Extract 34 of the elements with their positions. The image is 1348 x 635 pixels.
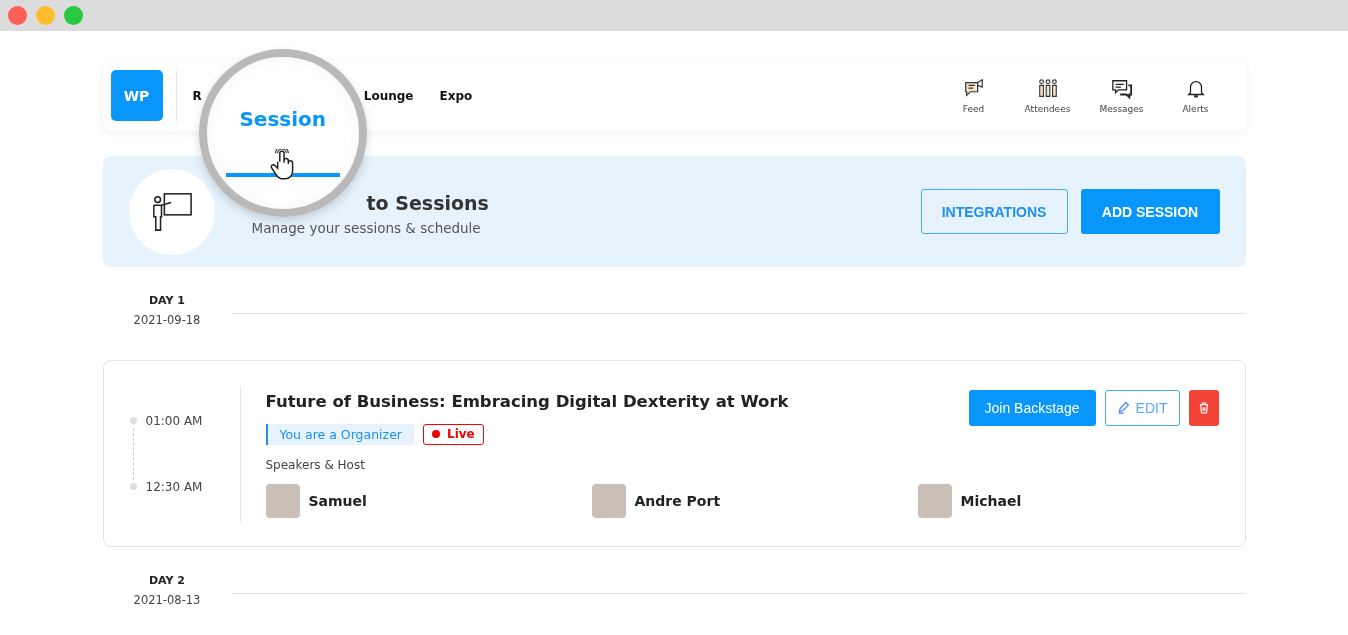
start-time: 01:00 AM	[145, 413, 203, 428]
action-label[interactable]: Alerts	[1182, 103, 1209, 114]
timeline-dot	[129, 483, 137, 490]
speaker-name: Samuel	[308, 492, 367, 509]
banner-subtitle: Manage your sessions & schedule	[251, 219, 482, 236]
day-date: 2021-08-13	[132, 593, 202, 607]
presenter-board-icon	[150, 190, 193, 233]
delete-button[interactable]	[1188, 389, 1219, 426]
chat-bubbles-icon[interactable]	[1110, 77, 1133, 100]
photo-placeholder	[265, 483, 300, 518]
speaker-name: Andre Port	[634, 492, 721, 509]
nav-tab[interactable]: R	[192, 88, 202, 103]
end-time: 12:30 AM	[145, 479, 203, 494]
trash-icon	[1198, 401, 1209, 414]
speaker-name: Michael	[960, 492, 1022, 509]
day-date: 2021-09-18	[132, 313, 202, 327]
nav-tab[interactable]: Lounge	[363, 88, 414, 103]
nav-tab[interactable]: Expo	[439, 88, 473, 103]
people-group-icon[interactable]	[1036, 77, 1059, 100]
day-label: DAY 2	[147, 574, 186, 587]
action-label[interactable]: Feed	[962, 103, 985, 114]
hand-cursor-icon	[269, 148, 296, 181]
action-label[interactable]: Attendees	[1024, 103, 1071, 114]
pencil-icon	[1116, 401, 1130, 414]
photo-placeholder	[917, 483, 952, 518]
banner-title: to Sessions	[365, 191, 489, 214]
day-label: DAY 1	[147, 294, 186, 307]
action-label[interactable]: Messages	[1099, 103, 1144, 114]
session-title: Future of Business: Embracing Digital Dexterity at Work	[265, 391, 789, 411]
live-badge: Live	[423, 423, 484, 445]
photo-placeholder	[591, 483, 626, 518]
speakers-label: Speakers & Host	[265, 457, 366, 472]
timeline-dot	[129, 417, 137, 424]
role-badge: You are a Organizer	[265, 423, 414, 445]
